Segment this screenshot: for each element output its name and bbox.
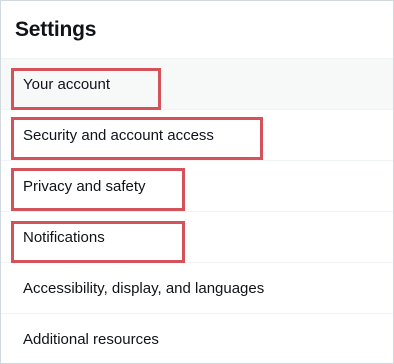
settings-item-additional-resources[interactable]: Additional resources [1, 314, 393, 364]
settings-item-label: Your account [23, 75, 111, 93]
settings-item-security-and-account-access[interactable]: Security and account access [1, 110, 393, 161]
settings-item-privacy-and-safety[interactable]: Privacy and safety [1, 161, 393, 212]
settings-panel: Settings Your account Security and accou… [0, 0, 394, 364]
settings-item-label: Security and account access [23, 126, 214, 144]
settings-item-label: Privacy and safety [23, 177, 146, 195]
settings-item-label: Accessibility, display, and languages [23, 279, 265, 297]
page-title: Settings [15, 17, 97, 41]
settings-item-label: Notifications [23, 228, 105, 246]
settings-header: Settings [1, 1, 393, 59]
settings-list: Your account Security and account access… [1, 59, 393, 364]
settings-item-notifications[interactable]: Notifications [1, 212, 393, 263]
settings-item-label: Additional resources [23, 331, 159, 348]
settings-item-accessibility-display-languages[interactable]: Accessibility, display, and languages [1, 263, 393, 314]
settings-item-your-account[interactable]: Your account [1, 59, 393, 110]
